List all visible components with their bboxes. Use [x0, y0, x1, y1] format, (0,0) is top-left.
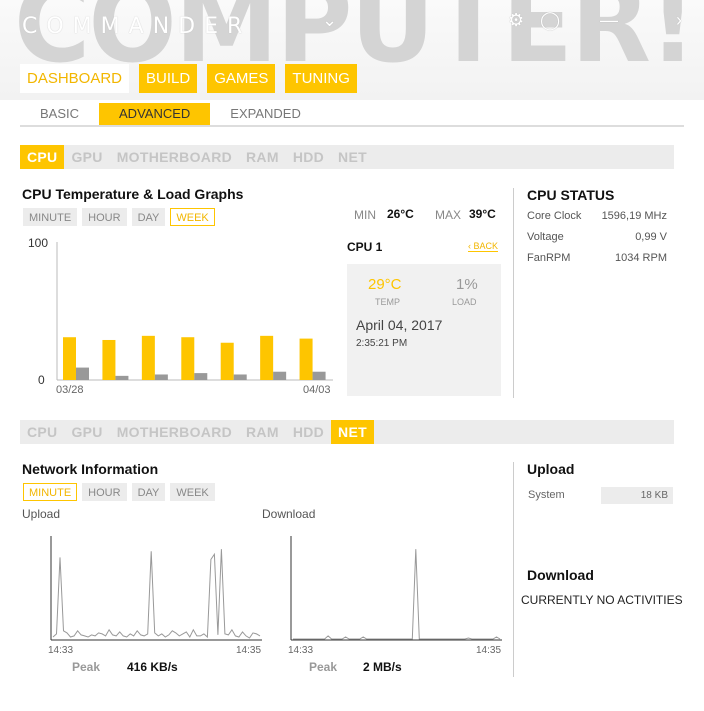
download-line [293, 549, 501, 640]
upload-x-end: 14:35 [236, 645, 262, 656]
download-peak-value: 2 MB/s [363, 660, 402, 674]
system-value: 18 KB [601, 487, 673, 504]
download-x-start: 14:33 [288, 645, 314, 656]
upload-line [52, 549, 261, 639]
upload-x-start: 14:33 [48, 645, 74, 656]
upload-peak-label: Peak [72, 660, 101, 674]
divider-net [513, 462, 514, 677]
upload-peak-value: 416 KB/s [127, 660, 178, 674]
upload-panel-title: Upload [527, 461, 575, 477]
download-panel-title: Download [527, 567, 594, 583]
download-peak-label: Peak [309, 660, 338, 674]
download-status: CURRENTLY NO ACTIVITIES [521, 593, 683, 607]
download-x-end: 14:35 [476, 645, 502, 656]
system-label: System [528, 489, 565, 501]
